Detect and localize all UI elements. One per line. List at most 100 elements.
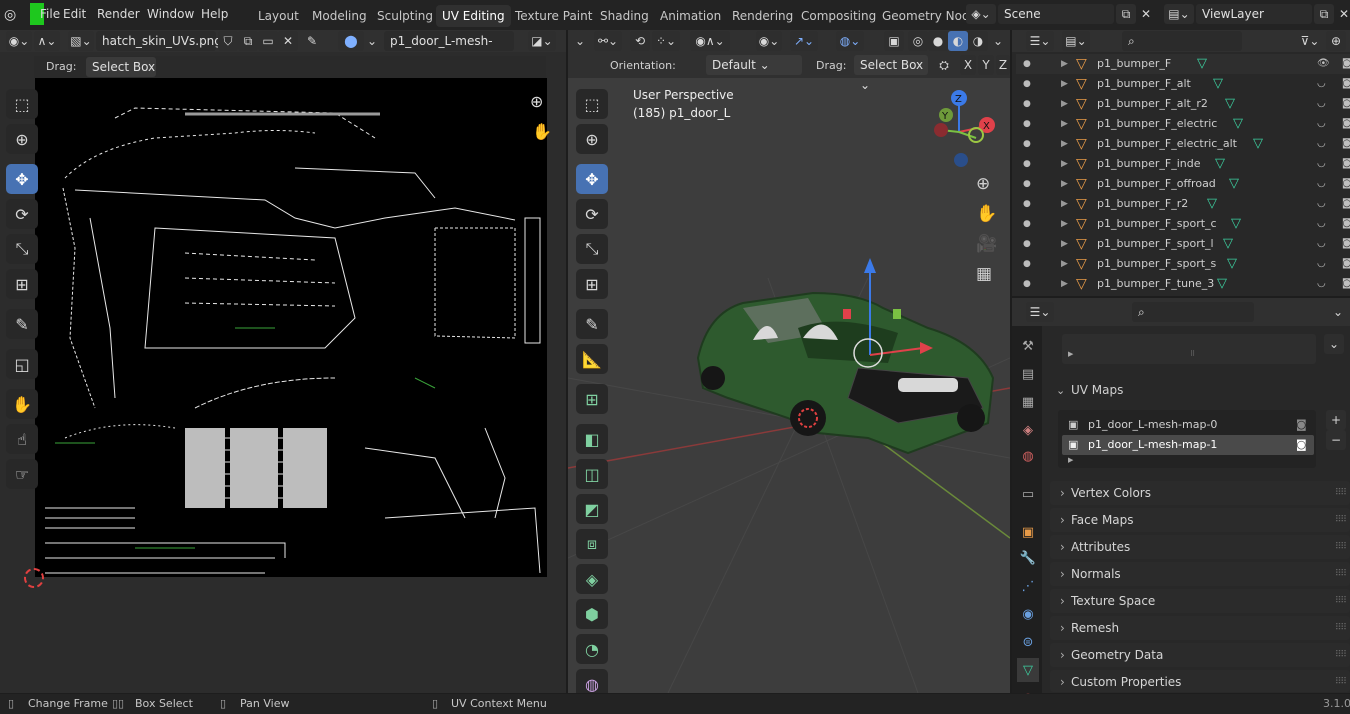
- pin-icon[interactable]: ✎: [302, 31, 322, 51]
- menu-edit[interactable]: Edit: [63, 7, 86, 21]
- outliner-row[interactable]: ● ▶ ▽ p1_bumper_F_tune_3 ▽ ◡ ◙: [1016, 274, 1350, 294]
- properties-editor-icon[interactable]: ☰⌄: [1026, 302, 1054, 322]
- camera-icon[interactable]: ◙: [1342, 114, 1350, 134]
- uv-map-item-active[interactable]: ▣ p1_door_L-mesh-map-1 ◙: [1062, 435, 1314, 455]
- panel-geometry-data[interactable]: › Geometry Data ⠿⠿: [1050, 643, 1350, 667]
- vp-rotate-tool-icon[interactable]: ⟳: [576, 199, 608, 229]
- shading-wireframe-icon[interactable]: ◎: [908, 31, 928, 51]
- collection-tab-icon[interactable]: ▭: [1017, 482, 1039, 506]
- add-uv-map-button[interactable]: +: [1326, 410, 1346, 430]
- list-expand-icon[interactable]: ▶: [1068, 350, 1073, 358]
- uv-map-field[interactable]: p1_door_L-mesh-map-1: [384, 31, 514, 68]
- active-render-icon[interactable]: ◙: [1296, 435, 1307, 455]
- display-mode-icon[interactable]: ◪⌄: [528, 31, 556, 51]
- scene-selector-icon[interactable]: ◈⌄: [966, 4, 996, 24]
- camera-icon[interactable]: ◙: [1342, 274, 1350, 294]
- new-view-layer-icon[interactable]: ⧉: [1314, 4, 1334, 24]
- delete-view-layer-icon[interactable]: ✕: [1334, 4, 1350, 24]
- 2d-cursor-icon[interactable]: [24, 568, 44, 588]
- output-tab-icon[interactable]: ▦: [1017, 390, 1039, 414]
- outliner-search-input[interactable]: ⌕: [1122, 31, 1242, 51]
- uv-map-item[interactable]: ▣ p1_door_L-mesh-map-0 ◙: [1062, 415, 1314, 435]
- scene-tab-icon[interactable]: ◈: [1017, 418, 1039, 442]
- panel-attributes[interactable]: › Attributes ⠿⠿: [1050, 535, 1350, 559]
- panel-vertex-colors[interactable]: › Vertex Colors ⠿⠿: [1050, 481, 1350, 505]
- eye-icon[interactable]: ◡: [1317, 194, 1326, 214]
- properties-options-icon[interactable]: ⌄: [1328, 302, 1348, 322]
- pan-view-icon[interactable]: ✋: [976, 204, 997, 224]
- menu-help[interactable]: Help: [201, 7, 228, 21]
- rotate-tool-icon[interactable]: ⟳: [6, 199, 38, 229]
- uv-list-expand-icon[interactable]: ▶: [1068, 456, 1073, 464]
- filter-icon[interactable]: ⊽⌄: [1296, 31, 1324, 51]
- image-name-field[interactable]: hatch_skin_UVs.png: [96, 31, 222, 51]
- eye-icon[interactable]: 👁: [1317, 54, 1330, 74]
- viewport-drag-select[interactable]: Select Box ⌄: [854, 55, 928, 92]
- eye-icon[interactable]: ◡: [1317, 74, 1326, 94]
- open-image-icon[interactable]: ▭: [258, 31, 278, 51]
- render-tab-icon[interactable]: ▤: [1017, 362, 1039, 386]
- tab-uv-editing[interactable]: UV Editing: [436, 5, 511, 27]
- outliner-row[interactable]: ● ▶ ▽ p1_bumper_F_alt ▽ ◡ ◙: [1016, 74, 1350, 94]
- particles-tab-icon[interactable]: ⋰: [1017, 574, 1039, 598]
- fake-user-icon[interactable]: ⛉: [218, 31, 238, 51]
- object-tab-icon[interactable]: ▣: [1017, 520, 1039, 544]
- editor-type-dropdown-icon[interactable]: ⌄: [570, 31, 590, 51]
- scene-field[interactable]: Scene: [998, 4, 1114, 24]
- panel-texture-space[interactable]: › Texture Space ⠿⠿: [1050, 589, 1350, 613]
- camera-icon[interactable]: ◙: [1342, 134, 1350, 154]
- eye-icon[interactable]: ◡: [1317, 134, 1326, 154]
- camera-icon[interactable]: ◙: [1342, 214, 1350, 234]
- camera-view-icon[interactable]: 🎥: [976, 234, 997, 254]
- camera-icon[interactable]: ◙: [1342, 74, 1350, 94]
- menu-render[interactable]: Render: [97, 7, 140, 21]
- eye-icon[interactable]: ◡: [1317, 154, 1326, 174]
- tab-sculpting[interactable]: Sculpting: [371, 5, 439, 27]
- orientation-dropdown[interactable]: Default ⌄: [706, 55, 802, 75]
- vp-transform-tool-icon[interactable]: ⊞: [576, 269, 608, 299]
- vp-scale-tool-icon[interactable]: ⤡: [576, 234, 608, 264]
- new-scene-icon[interactable]: ⧉: [1116, 4, 1136, 24]
- eye-icon[interactable]: ◡: [1317, 114, 1326, 134]
- shading-dropdown-icon[interactable]: ⌄: [988, 31, 1008, 51]
- zoom-view-icon[interactable]: ⊕: [976, 174, 990, 194]
- gizmo-icon[interactable]: ↗⌄: [790, 31, 818, 51]
- vp-smooth-icon[interactable]: ◍: [576, 669, 608, 693]
- navigation-gizmo[interactable]: Z X Y: [921, 88, 1001, 168]
- camera-icon[interactable]: ◙: [1342, 94, 1350, 114]
- select-box-tool-icon[interactable]: ⬚: [6, 89, 38, 119]
- display-mode-icon[interactable]: ▤⌄: [1062, 31, 1090, 51]
- outliner-row[interactable]: ● ▶ ▽ p1_bumper_F_alt_r2 ▽ ◡ ◙: [1016, 94, 1350, 114]
- remove-uv-map-button[interactable]: −: [1326, 430, 1346, 450]
- uv-map-dropdown-icon[interactable]: ⌄: [362, 31, 382, 51]
- eye-icon[interactable]: ◡: [1317, 254, 1326, 274]
- delete-scene-icon[interactable]: ✕: [1136, 4, 1156, 24]
- 3d-viewport[interactable]: ⌄ ⚯⌄ ⟲ ⁘⌄ ◉∧⌄ ◉⌄ ↗⌄ ◍⌄ ▣ ◎ ● ◐ ◑ ⌄ Orien…: [568, 30, 1010, 693]
- tab-animation[interactable]: Animation: [654, 5, 727, 27]
- tool-tab-icon[interactable]: ⚒: [1017, 334, 1039, 358]
- camera-icon[interactable]: ◙: [1342, 154, 1350, 174]
- outliner-row[interactable]: ● ▶ ▽ p1_bumper_F_electric ▽ ◡ ◙: [1016, 114, 1350, 134]
- vp-cursor-tool-icon[interactable]: ⊕: [576, 124, 608, 154]
- outliner-row[interactable]: ● ▶ ▽ p1_bumper_F_sport_s ▽ ◡ ◙: [1016, 254, 1350, 274]
- shading-material-icon[interactable]: ◐: [948, 31, 968, 51]
- outliner-editor-icon[interactable]: ☰⌄: [1026, 31, 1054, 51]
- camera-icon[interactable]: ◙: [1342, 234, 1350, 254]
- vp-poly-build-icon[interactable]: ⬢: [576, 599, 608, 629]
- panel-normals[interactable]: › Normals ⠿⠿: [1050, 562, 1350, 586]
- cursor-tool-icon[interactable]: ⊕: [6, 124, 38, 154]
- mirror-x-toggle[interactable]: X: [960, 55, 976, 75]
- view-layer-selector-icon[interactable]: ▤⌄: [1164, 4, 1194, 24]
- annotate-tool-icon[interactable]: ✎: [6, 309, 38, 339]
- world-tab-icon[interactable]: ◍: [1017, 444, 1039, 468]
- eye-icon[interactable]: ◡: [1317, 274, 1326, 294]
- uv-select-mode-icon[interactable]: ∧⌄: [34, 31, 60, 51]
- duplicate-image-icon[interactable]: ⧉: [238, 31, 258, 51]
- vp-bevel-icon[interactable]: ◩: [576, 494, 608, 524]
- list-resize-grip[interactable]: ⠿: [1190, 350, 1195, 358]
- pivot-icon[interactable]: ⚯⌄: [594, 31, 622, 51]
- tab-rendering[interactable]: Rendering: [726, 5, 799, 27]
- visibility-icon[interactable]: ◉⌄: [756, 31, 782, 51]
- tab-compositing[interactable]: Compositing: [795, 5, 882, 27]
- snap-icon[interactable]: ⟲: [630, 31, 650, 51]
